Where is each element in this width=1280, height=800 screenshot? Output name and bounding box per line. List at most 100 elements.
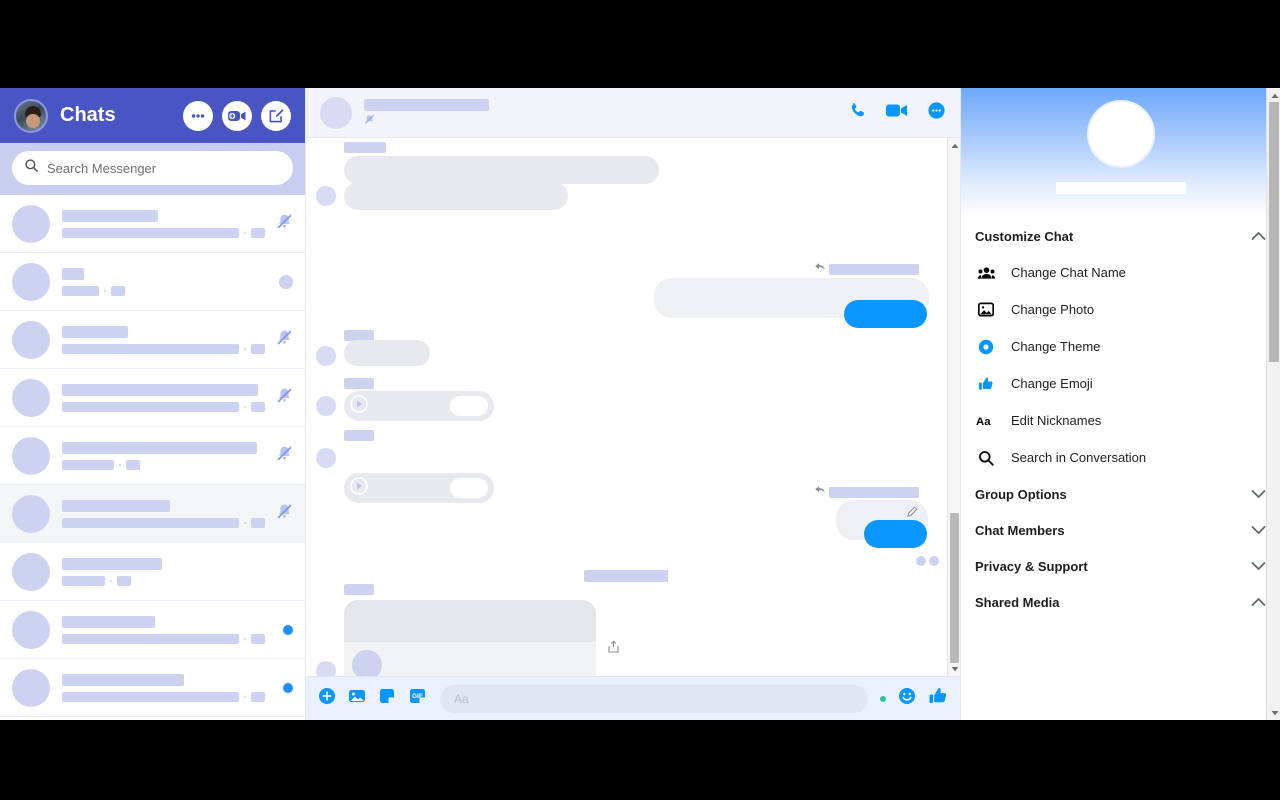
- scroll-down-arrow-icon[interactable]: [950, 664, 959, 673]
- chevron-up-icon[interactable]: [1251, 597, 1266, 607]
- video-call-icon[interactable]: [885, 101, 909, 125]
- bell-muted-icon: [276, 387, 293, 409]
- photo-icon: [975, 302, 997, 317]
- details-section-header[interactable]: Customize Chat: [961, 218, 1280, 254]
- chat-snippet-row: [62, 459, 265, 470]
- chat-avatar: [12, 494, 50, 533]
- play-icon[interactable]: [350, 476, 368, 500]
- message-sender-label: [344, 142, 386, 153]
- details-menu-item[interactable]: Change Emoji: [961, 365, 1280, 402]
- group-avatar[interactable]: [1086, 100, 1155, 168]
- details-menu-item[interactable]: Aa Edit Nicknames: [961, 402, 1280, 439]
- chat-list-item[interactable]: [0, 195, 305, 253]
- chevron-up-icon[interactable]: [1251, 231, 1266, 241]
- separator-dot: [244, 637, 246, 640]
- chat-time-redacted: [117, 575, 131, 586]
- new-video-room-button[interactable]: [222, 100, 252, 131]
- voice-message-bubble[interactable]: [344, 391, 494, 421]
- scroll-down-arrow-icon[interactable]: [1270, 708, 1279, 717]
- details-section-header[interactable]: Privacy & Support: [961, 548, 1280, 584]
- details-section-header[interactable]: Shared Media: [961, 584, 1280, 620]
- scrollbar-thumb[interactable]: [1269, 102, 1279, 362]
- seen-avatar: [279, 274, 293, 289]
- section-title: Group Options: [975, 486, 1067, 502]
- conversation-avatar[interactable]: [320, 96, 352, 129]
- chevron-down-icon[interactable]: [1251, 489, 1266, 499]
- separator-dot: [244, 521, 246, 524]
- chat-list-item[interactable]: [0, 369, 305, 427]
- details-menu-item[interactable]: Change Photo: [961, 291, 1280, 328]
- attachment-card[interactable]: [344, 600, 596, 676]
- chat-list-item[interactable]: [0, 485, 305, 543]
- unread-indicator: [283, 682, 293, 693]
- photo-icon[interactable]: [348, 687, 366, 710]
- message-bubble-outgoing-like[interactable]: [844, 300, 927, 328]
- chat-list-item[interactable]: [0, 543, 305, 601]
- details-section-header[interactable]: Group Options: [961, 476, 1280, 512]
- message-bubble-incoming[interactable]: [344, 156, 659, 184]
- chat-snippet-redacted: [62, 401, 239, 412]
- search-icon: [975, 450, 997, 466]
- details-menu-item[interactable]: Change Theme: [961, 328, 1280, 365]
- details-scrollbar[interactable]: [1266, 88, 1280, 720]
- search-input[interactable]: Search Messenger: [12, 151, 293, 185]
- video-plus-icon: [227, 107, 247, 125]
- menu-item-label: Edit Nicknames: [1011, 413, 1102, 428]
- emoji-icon[interactable]: [898, 687, 916, 710]
- message-reactions[interactable]: [916, 556, 939, 566]
- chat-item-status: [271, 682, 293, 693]
- chat-list-item[interactable]: [0, 601, 305, 659]
- reply-indicator: [814, 260, 919, 278]
- chat-snippet-row: [62, 343, 265, 354]
- separator-dot: [244, 347, 246, 350]
- chat-snippet-redacted: [62, 285, 99, 296]
- message-bubble-outgoing-like[interactable]: [864, 520, 927, 548]
- reply-target-redacted: [829, 263, 919, 275]
- chat-item-status: [271, 624, 293, 635]
- message-bubble-incoming[interactable]: [344, 340, 430, 366]
- attachment-meta: [344, 642, 596, 676]
- scroll-up-arrow-icon[interactable]: [950, 141, 959, 150]
- voice-message-bubble[interactable]: [344, 473, 494, 503]
- message-avatar: [316, 396, 336, 416]
- chat-item-text: [62, 383, 265, 412]
- chevron-down-icon[interactable]: [1251, 525, 1266, 535]
- chat-time-redacted: [251, 227, 265, 238]
- date-divider: [584, 570, 668, 582]
- reply-target-redacted: [829, 486, 919, 498]
- chevron-down-icon[interactable]: [1251, 561, 1266, 571]
- details-menu-item[interactable]: Change Chat Name: [961, 254, 1280, 291]
- user-profile-photo[interactable]: [14, 98, 48, 133]
- separator-dot: [110, 579, 112, 582]
- chat-name-redacted: [62, 673, 184, 686]
- message-bubble-incoming[interactable]: [344, 182, 568, 210]
- chat-list-item[interactable]: [0, 311, 305, 369]
- details-section-header[interactable]: Chat Members: [961, 512, 1280, 548]
- sticker-icon[interactable]: [378, 687, 396, 710]
- message-input[interactable]: Aa: [440, 684, 868, 713]
- conversation-info-icon[interactable]: [927, 101, 946, 125]
- chat-name-redacted: [62, 383, 258, 396]
- details-menu-item[interactable]: Search in Conversation: [961, 439, 1280, 476]
- chat-list-item[interactable]: [0, 659, 305, 717]
- more-options-button[interactable]: [183, 100, 213, 131]
- share-upload-icon[interactable]: [607, 640, 620, 659]
- thumbs-up-icon[interactable]: [928, 686, 948, 711]
- chat-list-item[interactable]: [0, 253, 305, 311]
- scrollbar-thumb[interactable]: [950, 513, 959, 663]
- message-sender-label: [344, 378, 374, 389]
- message-avatar: [316, 186, 336, 206]
- menu-item-label: Change Emoji: [1011, 376, 1093, 391]
- play-icon[interactable]: [350, 394, 368, 418]
- message-avatar: [316, 661, 336, 676]
- scroll-up-arrow-icon[interactable]: [1270, 91, 1279, 100]
- audio-call-icon[interactable]: [848, 101, 867, 125]
- chat-list-item[interactable]: [0, 427, 305, 485]
- conversation-scrollbar[interactable]: [947, 138, 960, 676]
- aa-text-icon: Aa: [975, 414, 997, 428]
- conversation-status: [364, 114, 848, 126]
- gif-icon[interactable]: GIF: [408, 687, 428, 710]
- new-message-button[interactable]: [261, 100, 291, 131]
- add-attachment-icon[interactable]: [318, 687, 336, 710]
- separator-dot: [119, 463, 121, 466]
